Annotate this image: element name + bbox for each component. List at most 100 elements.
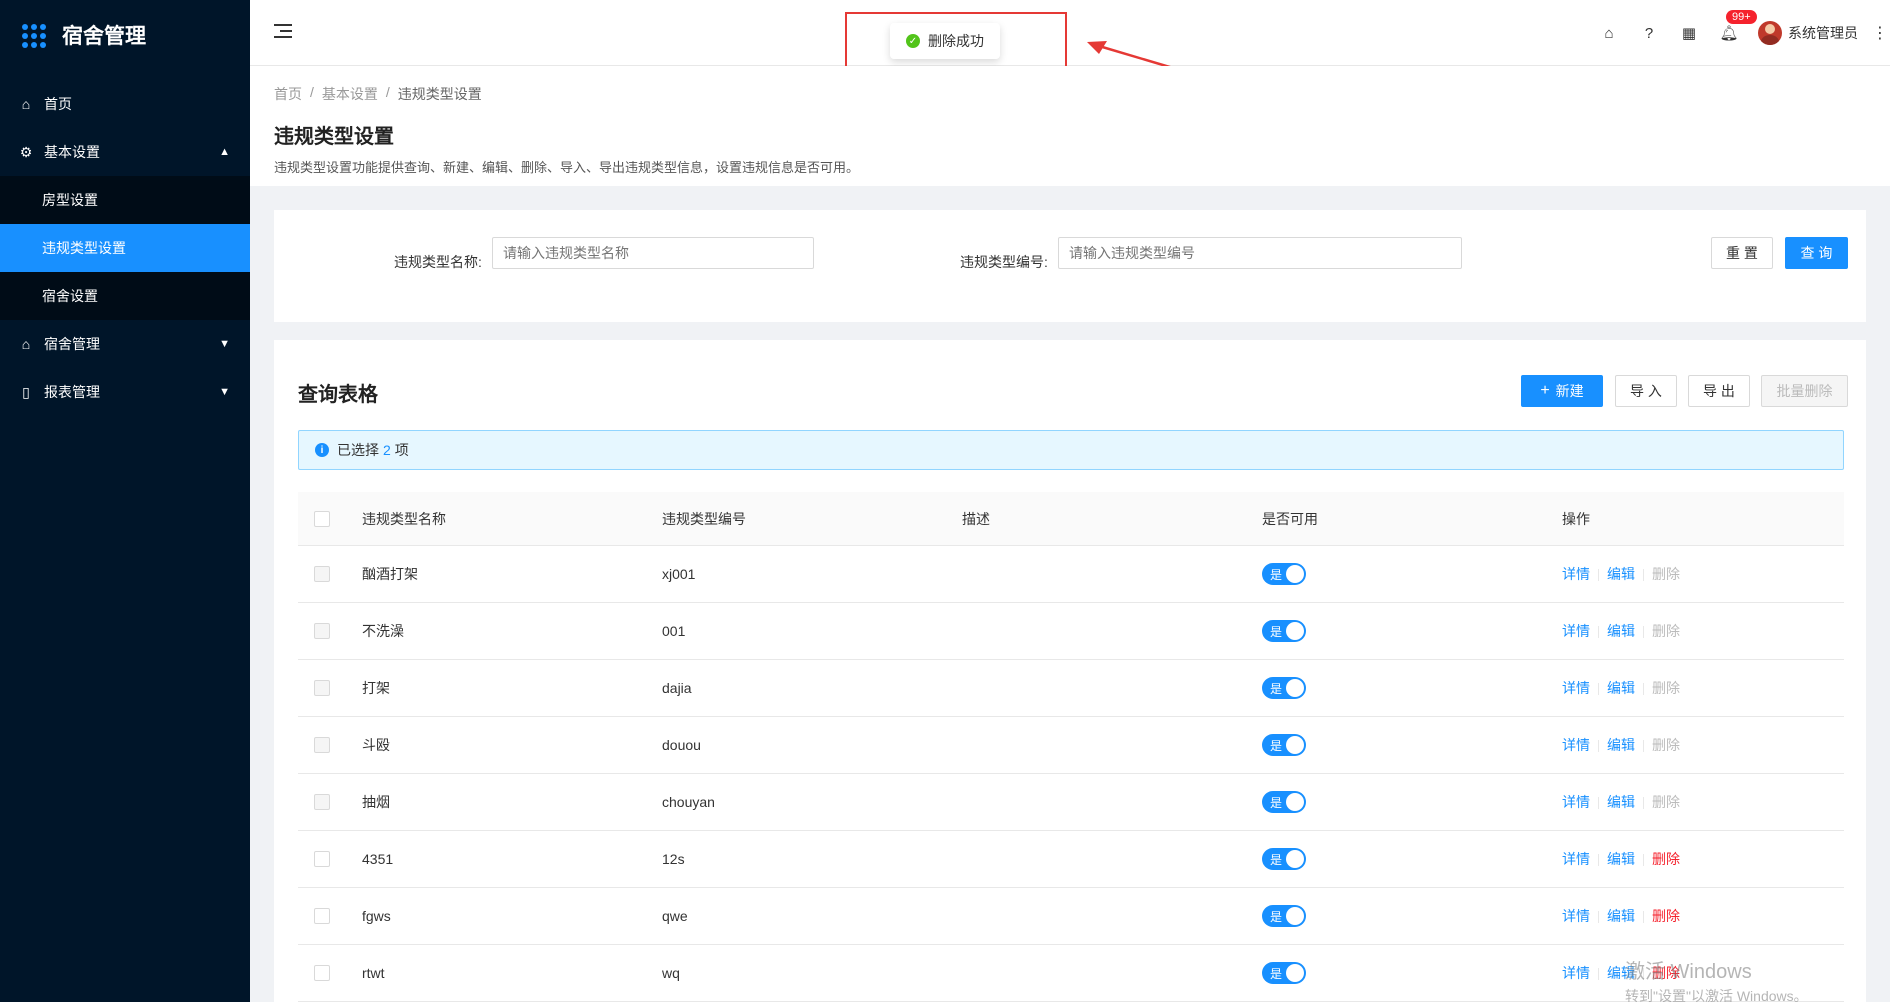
- table-row: 抽烟 chouyan 是 详情 编辑 删除: [298, 774, 1844, 831]
- grid-icon[interactable]: ▦: [1678, 22, 1700, 44]
- edit-link[interactable]: 编辑: [1607, 794, 1635, 810]
- enabled-toggle[interactable]: 是: [1262, 620, 1306, 642]
- logo[interactable]: 宿舍管理: [0, 0, 250, 70]
- alert-prefix: 已选择: [337, 442, 379, 458]
- sidebar-item-room-type[interactable]: 房型设置: [0, 176, 250, 224]
- row-actions: 详情 编辑 删除: [1562, 792, 1844, 812]
- row-checkbox[interactable]: [314, 851, 330, 867]
- enabled-toggle[interactable]: 是: [1262, 962, 1306, 984]
- delete-link[interactable]: 删除: [1652, 737, 1680, 753]
- detail-link[interactable]: 详情: [1562, 623, 1590, 639]
- new-button[interactable]: + 新建: [1521, 375, 1603, 407]
- sidebar-item-home[interactable]: ⌂ 首页: [0, 80, 250, 128]
- user-name[interactable]: 系统管理员: [1788, 23, 1858, 43]
- detail-link[interactable]: 详情: [1562, 794, 1590, 810]
- chevron-down-icon: ▼: [219, 338, 230, 350]
- menu-fold-icon[interactable]: [274, 24, 292, 40]
- cell-code: 001: [662, 623, 686, 639]
- column-header-code[interactable]: 违规类型编号: [662, 509, 962, 529]
- toggle-label: 是: [1270, 681, 1283, 696]
- table-row: fgws qwe 是 详情 编辑 删除: [298, 888, 1844, 945]
- home-icon[interactable]: ⌂: [1598, 22, 1620, 44]
- edit-link[interactable]: 编辑: [1607, 680, 1635, 696]
- row-checkbox[interactable]: [314, 680, 330, 696]
- sidebar-item-violation-type[interactable]: 违规类型设置: [0, 224, 250, 272]
- chevron-up-icon: ▲: [219, 146, 230, 158]
- row-checkbox[interactable]: [314, 908, 330, 924]
- row-actions: 详情 编辑 删除: [1562, 678, 1844, 698]
- delete-link[interactable]: 删除: [1652, 908, 1680, 924]
- new-button-label: 新建: [1555, 383, 1584, 399]
- delete-link[interactable]: 删除: [1652, 623, 1680, 639]
- query-button[interactable]: 查 询: [1785, 237, 1848, 269]
- delete-link[interactable]: 删除: [1652, 680, 1680, 696]
- edit-link[interactable]: 编辑: [1607, 623, 1635, 639]
- detail-link[interactable]: 详情: [1562, 908, 1590, 924]
- import-button[interactable]: 导 入: [1615, 375, 1677, 407]
- delete-link[interactable]: 删除: [1652, 794, 1680, 810]
- book-icon: ▯: [22, 383, 30, 400]
- delete-link[interactable]: 删除: [1652, 566, 1680, 582]
- chevron-down-icon: ▼: [219, 386, 230, 398]
- edit-link[interactable]: 编辑: [1607, 566, 1635, 582]
- edit-link[interactable]: 编辑: [1607, 851, 1635, 867]
- sidebar-item-label: 首页: [44, 96, 72, 112]
- edit-link[interactable]: 编辑: [1607, 737, 1635, 753]
- home-icon: ⌂: [21, 336, 31, 352]
- detail-link[interactable]: 详情: [1562, 851, 1590, 867]
- table-row: 酗酒打架 xj001 是 详情 编辑 删除: [298, 546, 1844, 603]
- name-search-input[interactable]: [492, 237, 814, 269]
- sidebar-item-reports[interactable]: ▯ 报表管理 ▼: [0, 368, 250, 416]
- enabled-toggle[interactable]: 是: [1262, 905, 1306, 927]
- sidebar-item-label: 报表管理: [44, 384, 100, 400]
- watermark-line1: 激活 Windows: [1625, 961, 1752, 983]
- table-row: rtwt wq 是详情 编辑 删除: [298, 945, 1844, 1002]
- detail-link[interactable]: 详情: [1562, 680, 1590, 696]
- column-header-name[interactable]: 违规类型名称: [362, 509, 662, 529]
- detail-link[interactable]: 详情: [1562, 737, 1590, 753]
- delete-link[interactable]: 删除: [1652, 851, 1680, 867]
- more-vertical-icon[interactable]: ⋮: [1872, 23, 1888, 43]
- help-icon[interactable]: ?: [1638, 22, 1660, 44]
- detail-link[interactable]: 详情: [1562, 566, 1590, 582]
- row-checkbox[interactable]: [314, 566, 330, 582]
- enabled-toggle[interactable]: 是: [1262, 791, 1306, 813]
- table-row: 不洗澡 001 是 详情 编辑 删除: [298, 603, 1844, 660]
- batch-delete-button[interactable]: 批量删除: [1761, 375, 1848, 407]
- row-checkbox[interactable]: [314, 794, 330, 810]
- cell-name: 不洗澡: [362, 623, 404, 639]
- enabled-toggle[interactable]: 是: [1262, 734, 1306, 756]
- reset-button[interactable]: 重 置: [1711, 237, 1773, 269]
- avatar[interactable]: [1758, 21, 1782, 45]
- breadcrumb-item[interactable]: 基本设置: [322, 84, 378, 104]
- code-search-input[interactable]: [1058, 237, 1462, 269]
- gear-icon: ⚙: [19, 143, 33, 160]
- table-row: 4351 12s 是 详情 编辑 删除: [298, 831, 1844, 888]
- sidebar-item-label: 房型设置: [42, 192, 98, 208]
- row-actions: 详情 编辑 删除: [1562, 906, 1844, 926]
- enabled-toggle[interactable]: 是: [1262, 563, 1306, 585]
- cell-name: 抽烟: [362, 794, 390, 810]
- row-actions: 详情 编辑 删除: [1562, 621, 1844, 641]
- bell-icon[interactable]: 🔔︎ 99+: [1718, 10, 1757, 44]
- select-all-checkbox[interactable]: [314, 510, 330, 527]
- edit-link[interactable]: 编辑: [1607, 908, 1635, 924]
- sidebar-item-dorm-management[interactable]: ⌂ 宿舍管理 ▼: [0, 320, 250, 368]
- column-header-desc[interactable]: 描述: [962, 509, 1262, 529]
- detail-link[interactable]: 详情: [1562, 965, 1590, 981]
- enabled-toggle[interactable]: 是: [1262, 848, 1306, 870]
- cell-name: 打架: [362, 680, 390, 696]
- cell-code: dajia: [662, 680, 692, 696]
- row-checkbox[interactable]: [314, 623, 330, 639]
- enabled-toggle[interactable]: 是: [1262, 677, 1306, 699]
- row-checkbox[interactable]: [314, 965, 330, 981]
- export-button[interactable]: 导 出: [1688, 375, 1750, 407]
- sidebar-item-dorm-settings[interactable]: 宿舍设置: [0, 272, 250, 320]
- column-header-enabled[interactable]: 是否可用: [1262, 509, 1562, 529]
- sidebar-menu: ⌂ 首页 ⚙ 基本设置 ▲ 房型设置 违规类型设置 宿舍设置 ⌂ 宿舍管理 ▼ …: [0, 80, 250, 416]
- cell-name: 4351: [362, 851, 394, 867]
- toggle-label: 是: [1270, 909, 1283, 924]
- sidebar-item-basic-settings[interactable]: ⚙ 基本设置 ▲: [0, 128, 250, 176]
- row-checkbox[interactable]: [314, 737, 330, 753]
- breadcrumb-item[interactable]: 首页: [274, 84, 302, 104]
